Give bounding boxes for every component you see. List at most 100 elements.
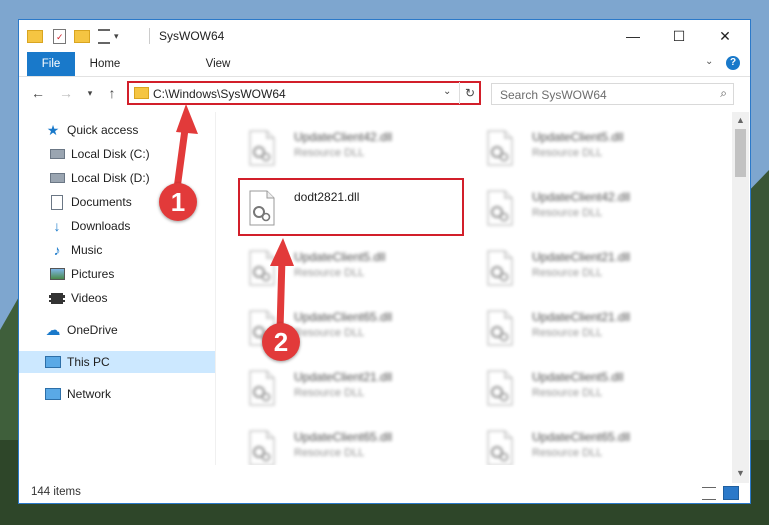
tab-home[interactable]: Home (81, 52, 129, 76)
item-count: 144 items (31, 486, 81, 498)
back-button[interactable]: ← (29, 84, 47, 102)
step-2-badge: 2 (262, 323, 300, 361)
chevron-down-icon[interactable]: ▾ (114, 31, 119, 42)
sidebar-item-downloads[interactable]: ↓ Downloads 📌 (19, 215, 245, 237)
dll-file-icon (486, 130, 514, 166)
file-description: Resource DLL (294, 447, 365, 459)
step-1-badge: 1 (159, 183, 197, 221)
file-item[interactable]: UpdateClient21.dll Resource DLL (238, 362, 468, 416)
minimize-button[interactable]: — (610, 20, 656, 52)
file-description: Resource DLL (294, 327, 365, 339)
sidebar-item-music[interactable]: ♪ Music 📌 (19, 239, 245, 261)
close-button[interactable]: ✕ (702, 20, 748, 52)
customize-icon[interactable] (98, 28, 110, 44)
scroll-down-icon[interactable]: ▼ (736, 468, 745, 478)
refresh-icon[interactable]: ↻ (459, 82, 480, 104)
star-icon: ★ (46, 121, 60, 138)
file-item[interactable]: UpdateClient5.dll Resource DLL (238, 242, 468, 296)
sidebar-item-label: Documents (71, 195, 132, 209)
navigation-pane: ★ Quick access Local Disk (C:) 📌 Local D… (19, 112, 241, 465)
sidebar-item-local-disk-c[interactable]: Local Disk (C:) 📌 (19, 143, 245, 165)
sidebar-item-pictures[interactable]: Pictures 📌 (19, 263, 245, 285)
search-icon[interactable]: ⌕ (720, 86, 727, 101)
sidebar-item-this-pc[interactable]: This PC (19, 351, 215, 373)
up-button[interactable]: ↑ (103, 84, 121, 102)
sidebar-item-quick-access[interactable]: ★ Quick access (19, 119, 241, 141)
new-folder-icon[interactable] (74, 29, 90, 43)
sidebar-item-videos[interactable]: Videos 📌 (19, 287, 245, 309)
tab-file[interactable]: File (27, 52, 75, 76)
file-item[interactable]: UpdateClient21.dll Resource DLL (476, 302, 706, 356)
file-item[interactable]: UpdateClient42.dll Resource DLL (476, 182, 706, 236)
file-name: UpdateClient5.dll (532, 370, 624, 384)
help-icon[interactable]: ? (726, 56, 740, 70)
file-name: UpdateClient5.dll (294, 250, 386, 264)
cloud-icon: ☁ (45, 322, 61, 339)
search-input[interactable]: Search SysWOW64 ⌕ (491, 83, 734, 105)
minimize-icon: — (626, 28, 640, 44)
title-bar: ✓ ▾ SysWOW64 — ☐ ✕ (19, 20, 750, 52)
computer-icon (45, 354, 61, 370)
tab-view[interactable]: View (194, 52, 242, 76)
download-arrow-icon: ↓ (53, 218, 61, 234)
drive-icon (49, 170, 65, 186)
sidebar-item-local-disk-d[interactable]: Local Disk (D:) 📌 (19, 167, 245, 189)
dll-file-icon (486, 250, 514, 286)
details-view-icon[interactable] (702, 487, 716, 500)
sidebar-item-documents[interactable]: Documents 📌 (19, 191, 245, 213)
file-description: Resource DLL (294, 387, 365, 399)
file-description: Resource DLL (532, 327, 603, 339)
scroll-up-icon[interactable]: ▲ (736, 115, 745, 125)
address-bar[interactable]: C:\Windows\SysWOW64 ⌄ ↻ (127, 81, 481, 105)
dll-file-icon (486, 370, 514, 406)
title-divider (149, 28, 150, 44)
file-item[interactable]: UpdateClient21.dll Resource DLL (476, 242, 706, 296)
film-icon (49, 290, 65, 306)
file-name: UpdateClient65.dll (294, 310, 393, 324)
window-title: SysWOW64 (159, 29, 225, 43)
file-list: UpdateClient42.dll Resource DLL UpdateClie… (224, 112, 732, 465)
file-description: Resource DLL (532, 207, 603, 219)
address-path[interactable]: C:\Windows\SysWOW64 (153, 87, 286, 101)
pane-splitter[interactable] (215, 112, 216, 465)
scrollbar-thumb[interactable] (735, 129, 746, 177)
dll-file-icon (248, 250, 276, 286)
close-icon: ✕ (719, 27, 731, 44)
folder-icon (134, 87, 149, 99)
vertical-scrollbar[interactable]: ▲ ▼ (732, 112, 749, 483)
sidebar-item-label: OneDrive (67, 323, 118, 337)
drive-icon (49, 146, 65, 162)
dll-file-icon (248, 130, 276, 166)
file-description: Resource DLL (532, 147, 603, 159)
recent-locations-icon[interactable]: ▾ (81, 84, 99, 102)
sidebar-item-label: Music (71, 243, 103, 257)
file-item[interactable]: UpdateClient65.dll Resource DLL (476, 422, 706, 465)
properties-icon[interactable]: ✓ (53, 28, 66, 44)
large-icons-view-icon[interactable] (723, 486, 739, 500)
sidebar-item-label: This PC (67, 355, 110, 369)
sidebar-item-label: Pictures (71, 267, 115, 281)
sidebar-item-label: Videos (71, 291, 108, 305)
file-description: Resource DLL (532, 447, 603, 459)
file-name: UpdateClient42.dll (294, 130, 393, 144)
music-note-icon: ♪ (53, 242, 61, 258)
file-item[interactable]: UpdateClient5.dll Resource DLL (476, 362, 706, 416)
address-row: ← → ▾ ↑ C:\Windows\SysWOW64 ⌄ ↻ Search S… (19, 77, 750, 111)
chevron-down-icon[interactable]: ⌄ (443, 86, 451, 97)
expand-ribbon-icon[interactable]: ⌄ (705, 56, 713, 67)
file-item[interactable]: UpdateClient42.dll Resource DLL (238, 122, 468, 176)
forward-button[interactable]: → (57, 84, 75, 102)
sidebar-item-network[interactable]: Network (19, 383, 241, 405)
sidebar-item-onedrive[interactable]: ☁ OneDrive (19, 319, 241, 341)
maximize-icon: ☐ (672, 27, 686, 44)
file-item[interactable]: UpdateClient65.dll Resource DLL (238, 422, 468, 465)
file-item[interactable]: UpdateClient5.dll Resource DLL (476, 122, 706, 176)
dll-file-icon (248, 430, 276, 465)
sidebar-item-label: Quick access (67, 123, 139, 137)
file-name: UpdateClient21.dll (532, 250, 631, 264)
ribbon-tabs: File Home View ⌄ ? (19, 52, 750, 77)
file-name: UpdateClient21.dll (532, 310, 631, 324)
file-description: Resource DLL (294, 147, 365, 159)
maximize-button[interactable]: ☐ (656, 20, 702, 52)
dll-file-icon (486, 430, 514, 465)
